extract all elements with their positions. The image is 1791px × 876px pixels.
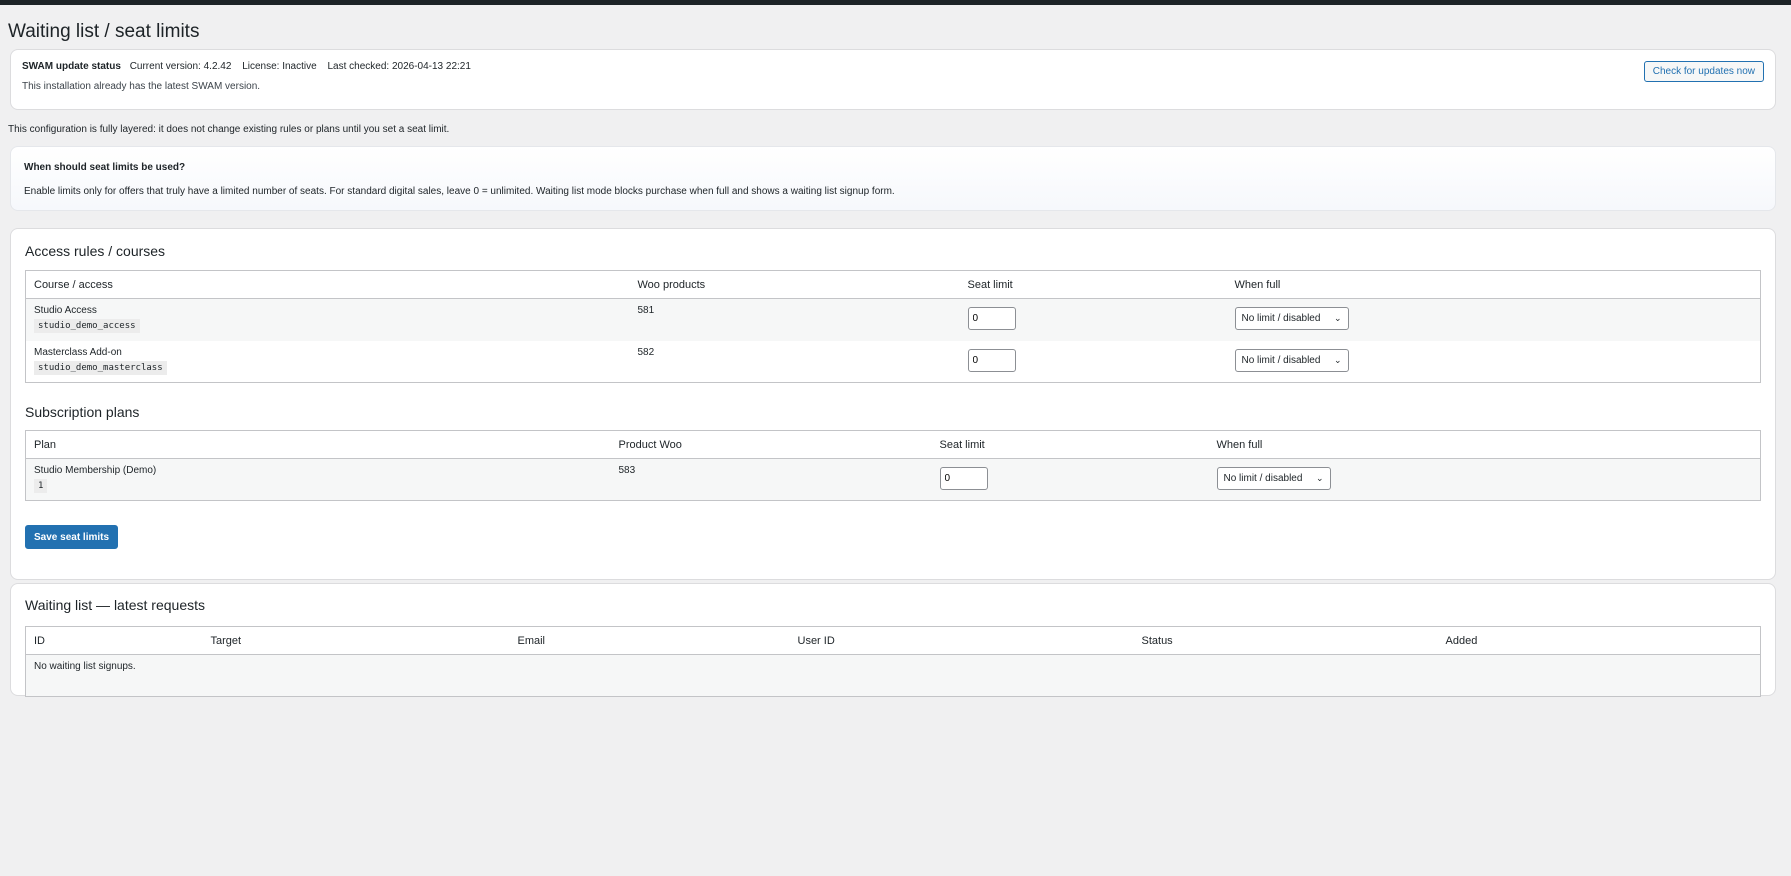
column-header: Plan (25, 430, 611, 459)
when-full-value: No limit / disabled (1241, 354, 1321, 366)
configuration-note: This configuration is fully layered: it … (8, 124, 450, 135)
check-updates-button[interactable]: Check for updates now (1643, 61, 1764, 82)
access-rules-table: Course / access Woo products Seat limit … (25, 270, 1761, 383)
column-header: Email (509, 626, 790, 655)
update-status-line: SWAM update status Current version: 4.2.… (22, 61, 479, 72)
when-full-select[interactable]: No limit / disabled ⌄ (1234, 307, 1349, 330)
course-cell: Masterclass Add-on studio_demo_mastercla… (26, 341, 630, 383)
seat-limit-input[interactable] (967, 307, 1016, 330)
course-name: Studio Access (34, 305, 97, 316)
admin-topbar (0, 0, 1791, 5)
waiting-list-card: Waiting list — latest requests ID Target… (10, 583, 1776, 697)
when-full-cell: No limit / disabled ⌄ (1208, 458, 1761, 501)
update-message: This installation already has the latest… (22, 81, 261, 92)
when-full-select[interactable]: No limit / disabled ⌄ (1216, 467, 1331, 490)
table-header-row: Course / access Woo products Seat limit … (25, 270, 1761, 299)
seat-limit-input[interactable] (967, 348, 1016, 372)
column-header: When full (1208, 430, 1761, 459)
column-header: Seat limit (959, 270, 1227, 299)
column-header: Seat limit (931, 430, 1209, 459)
column-header: Woo products (629, 270, 960, 299)
products-cell: 582 (637, 346, 655, 358)
plan-name: Studio Membership (Demo) (34, 465, 157, 476)
column-header: Target (202, 626, 510, 655)
products-cell: 583 (610, 458, 932, 501)
waiting-list-table: ID Target Email User ID Status Added No … (25, 626, 1761, 697)
info-text: Enable limits only for offers that truly… (24, 186, 895, 197)
when-full-select[interactable]: No limit / disabled ⌄ (1234, 348, 1349, 372)
when-full-value: No limit / disabled (1223, 473, 1303, 484)
plan-cell: Studio Membership (Demo) 1 (25, 458, 611, 501)
plan-id: 1 (34, 479, 48, 493)
seat-limits-info-card: When should seat limits be used? Enable … (10, 146, 1776, 211)
column-header: Course / access (25, 270, 630, 299)
products-cell: 581 (629, 298, 960, 341)
table-row: Masterclass Add-on studio_demo_mastercla… (26, 341, 1761, 383)
seat-limit-cell (959, 298, 1227, 341)
chevron-down-icon: ⌄ (1333, 354, 1342, 365)
chevron-down-icon: ⌄ (1333, 313, 1342, 323)
course-cell: Studio Access studio_demo_access (25, 298, 630, 341)
info-title: When should seat limits be used? (24, 162, 186, 173)
current-version: Current version: 4.2.42 (129, 61, 232, 72)
subscription-plans-table: Plan Product Woo Seat limit When full St… (25, 430, 1761, 501)
seat-limit-cell (960, 341, 1227, 383)
course-slug: studio_demo_access (34, 319, 140, 333)
column-header: Added (1437, 626, 1761, 655)
table-header-row: ID Target Email User ID Status Added (25, 626, 1761, 655)
when-full-cell: No limit / disabled ⌄ (1226, 298, 1761, 341)
column-header: When full (1226, 270, 1761, 299)
course-name: Masterclass Add-on (34, 346, 122, 358)
update-status-card: SWAM update status Current version: 4.2.… (10, 49, 1776, 110)
chevron-down-icon: ⌄ (1315, 473, 1324, 483)
waiting-list-heading: Waiting list — latest requests (25, 597, 205, 613)
column-header: ID (25, 626, 203, 655)
seat-limit-input[interactable] (939, 467, 988, 490)
column-header: User ID (789, 626, 1134, 655)
course-slug: studio_demo_masterclass (34, 360, 167, 375)
access-rules-heading: Access rules / courses (25, 243, 166, 259)
seat-limits-form-card: Access rules / courses Course / access W… (10, 228, 1776, 580)
column-header: Product Woo (610, 430, 932, 459)
when-full-value: No limit / disabled (1241, 313, 1321, 324)
table-row: Studio Membership (Demo) 1 583 No limit … (25, 458, 1761, 501)
subscription-plans-heading: Subscription plans (25, 404, 140, 420)
license-status: License: Inactive (242, 61, 317, 72)
column-header: Status (1133, 626, 1438, 655)
page-title: Waiting list / seat limits (8, 21, 200, 42)
table-row: No waiting list signups. (25, 654, 1761, 697)
save-seat-limits-button[interactable]: Save seat limits (25, 525, 119, 549)
table-header-row: Plan Product Woo Seat limit When full (25, 430, 1761, 459)
seat-limit-cell (931, 458, 1209, 501)
empty-message: No waiting list signups. (25, 654, 1761, 697)
table-row: Studio Access studio_demo_access 581 No … (25, 298, 1761, 341)
when-full-cell: No limit / disabled ⌄ (1227, 341, 1761, 383)
last-checked: Last checked: 2026-04-13 22:21 (327, 61, 471, 72)
update-status-label: SWAM update status (22, 61, 121, 72)
